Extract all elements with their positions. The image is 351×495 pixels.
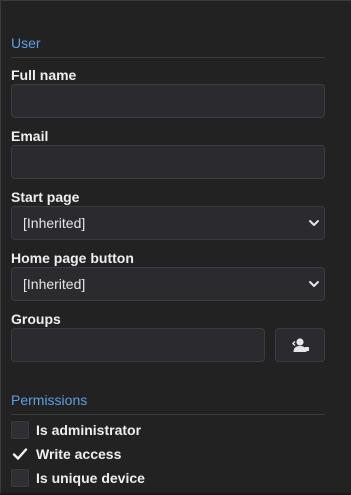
email-label: Email (11, 128, 49, 144)
is-unique-device-checkbox[interactable] (11, 469, 29, 487)
start-page-label: Start page (11, 189, 80, 205)
full-name-input[interactable] (11, 84, 325, 118)
user-settings-panel: User Full name Email Start page [Inherit… (0, 0, 351, 495)
checkmark-icon (12, 448, 28, 460)
user-section-divider (11, 57, 325, 58)
chevron-down-icon (309, 220, 319, 226)
user-picker-icon (292, 338, 309, 352)
is-unique-device-label: Is unique device (36, 470, 145, 486)
panel-top-border (0, 0, 351, 1)
select-groups-button[interactable] (275, 328, 325, 362)
is-administrator-label: Is administrator (36, 422, 142, 438)
permissions-section-divider (11, 414, 325, 415)
write-access-checkbox[interactable] (11, 445, 29, 463)
groups-label: Groups (11, 311, 61, 327)
email-input[interactable] (11, 145, 325, 179)
user-section-title: User (11, 35, 41, 51)
home-page-button-label: Home page button (11, 250, 134, 266)
is-administrator-checkbox[interactable] (11, 421, 29, 439)
groups-input[interactable] (11, 328, 265, 362)
permissions-section-title: Permissions (11, 392, 88, 408)
home-page-button-selected-value: [Inherited] (23, 276, 86, 292)
start-page-select[interactable]: [Inherited] (11, 206, 325, 240)
write-access-checkbox-row[interactable]: Write access (11, 445, 211, 463)
is-administrator-checkbox-row[interactable]: Is administrator (11, 421, 211, 439)
is-unique-device-checkbox-row[interactable]: Is unique device (11, 469, 211, 487)
chevron-down-icon (309, 281, 319, 287)
panel-left-border (0, 0, 1, 495)
home-page-button-select[interactable]: [Inherited] (11, 267, 325, 301)
full-name-label: Full name (11, 67, 77, 83)
write-access-label: Write access (36, 446, 122, 462)
start-page-selected-value: [Inherited] (23, 215, 86, 231)
